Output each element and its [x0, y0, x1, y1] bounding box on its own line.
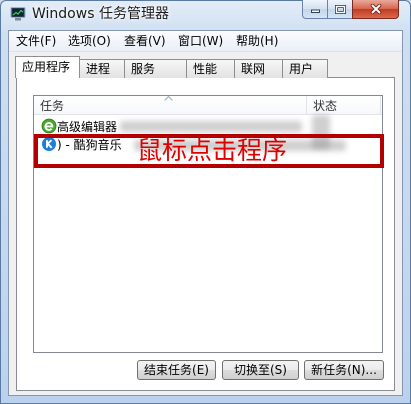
menu-help[interactable]: 帮助(H) [236, 34, 278, 48]
task-manager-icon [10, 7, 26, 21]
task-row-name[interactable]: 高级编辑器 [57, 120, 117, 134]
column-header-task[interactable]: 任务 [40, 99, 64, 113]
menu-window[interactable]: 窗口(W) [178, 34, 223, 48]
menu-options[interactable]: 选项(O) [68, 34, 111, 48]
annotation-text: 鼠标点击程序 [137, 136, 288, 165]
green-e-icon [41, 118, 57, 134]
window-title: Windows 任务管理器 [32, 6, 169, 22]
new-task-button[interactable]: 新任务(N)... [304, 360, 384, 380]
tab-applications[interactable]: 应用程序 [15, 56, 80, 78]
minimize-icon [310, 9, 320, 13]
tab-users[interactable]: 用户 [282, 59, 328, 78]
close-icon [370, 4, 381, 14]
redacted-blur [120, 121, 302, 132]
maximize-icon [334, 4, 346, 14]
minimize-button[interactable] [302, 0, 328, 19]
tab-performance[interactable]: 性能 [186, 59, 235, 78]
maximize-button[interactable] [327, 0, 353, 19]
menu-view[interactable]: 查看(V) [124, 34, 166, 48]
tab-networking[interactable]: 联网 [234, 59, 283, 78]
column-divider[interactable] [306, 96, 307, 114]
tab-services[interactable]: 服务 [124, 59, 187, 78]
menu-file[interactable]: 文件(F) [16, 34, 56, 48]
tab-processes[interactable]: 进程 [79, 59, 125, 78]
close-button[interactable] [352, 0, 399, 19]
column-header-status[interactable]: 状态 [313, 99, 337, 113]
sort-arrow-icon [164, 96, 173, 101]
switch-to-button[interactable]: 切换至(S) [222, 360, 299, 380]
column-divider[interactable] [380, 96, 381, 114]
end-task-button[interactable]: 结束任务(E) [137, 360, 216, 380]
